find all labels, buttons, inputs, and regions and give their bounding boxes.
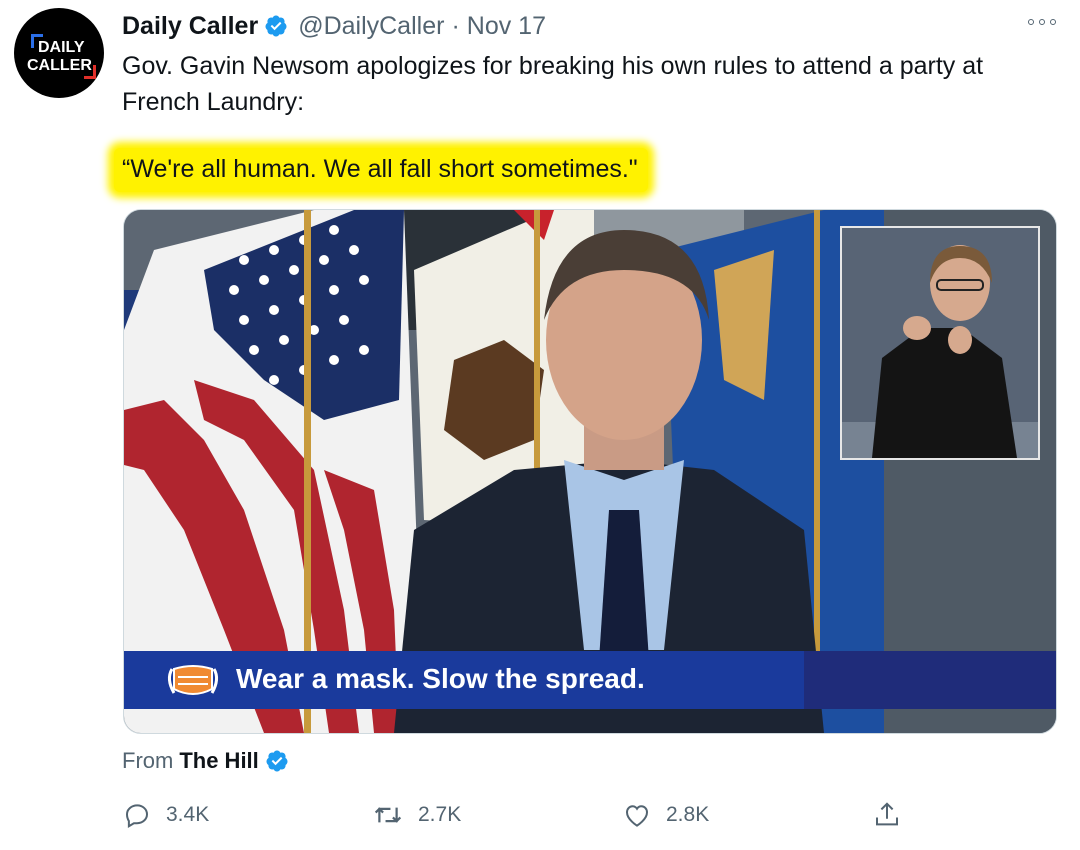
verified-badge-icon <box>266 750 288 772</box>
retweet-button[interactable]: 2.7K <box>372 800 461 830</box>
retweet-count: 2.7K <box>418 803 462 826</box>
heart-icon <box>625 805 649 827</box>
caption-bar: Wear a mask. Slow the spread. <box>124 651 1056 709</box>
interpreter-frame <box>842 228 1038 458</box>
verified-badge-icon <box>265 15 287 37</box>
retweet-icon <box>374 807 402 823</box>
author-name[interactable]: Daily Caller <box>122 12 258 41</box>
like-button[interactable]: 2.8K <box>622 800 709 830</box>
separator-dot: · <box>451 11 460 40</box>
avatar[interactable]: DAILY CALLER <box>14 8 104 98</box>
like-count: 2.8K <box>666 803 710 826</box>
caption-bar-pattern <box>804 651 1056 709</box>
face-mask-icon <box>167 665 219 695</box>
author-handle[interactable]: @DailyCaller <box>298 12 444 41</box>
source-name[interactable]: The Hill <box>179 748 258 774</box>
tweet-date[interactable]: Nov 17 <box>467 12 546 41</box>
share-icon <box>876 802 898 826</box>
source-prefix: From <box>122 748 174 773</box>
reply-icon <box>125 804 149 829</box>
avatar-logo-line2: CALLER <box>27 57 92 74</box>
tweet-header: Daily Caller @DailyCaller · Nov 17 <box>122 10 546 42</box>
more-options-icon[interactable] <box>1028 14 1056 30</box>
video-media[interactable]: Wear a mask. Slow the spread. <box>123 209 1057 734</box>
tweet-text: Gov. Gavin Newsom apologizes for breakin… <box>122 52 984 116</box>
logo-bracket-bottom <box>84 65 96 79</box>
caption-text: Wear a mask. Slow the spread. <box>236 663 645 694</box>
action-bar: 3.4K 2.7K 2.8K <box>122 800 912 836</box>
more-dot <box>1028 19 1034 25</box>
more-dot <box>1039 19 1045 25</box>
source-attribution: From The Hill <box>122 748 289 774</box>
avatar-logo-line1: DAILY <box>38 39 85 56</box>
reply-count: 3.4K <box>166 803 210 826</box>
sign-language-interpreter-inset <box>840 226 1040 460</box>
reply-button[interactable]: 3.4K <box>122 800 209 830</box>
more-dot <box>1050 19 1056 25</box>
share-button[interactable] <box>872 800 916 830</box>
highlighted-quote: “We're all human. We all fall short some… <box>114 148 648 192</box>
